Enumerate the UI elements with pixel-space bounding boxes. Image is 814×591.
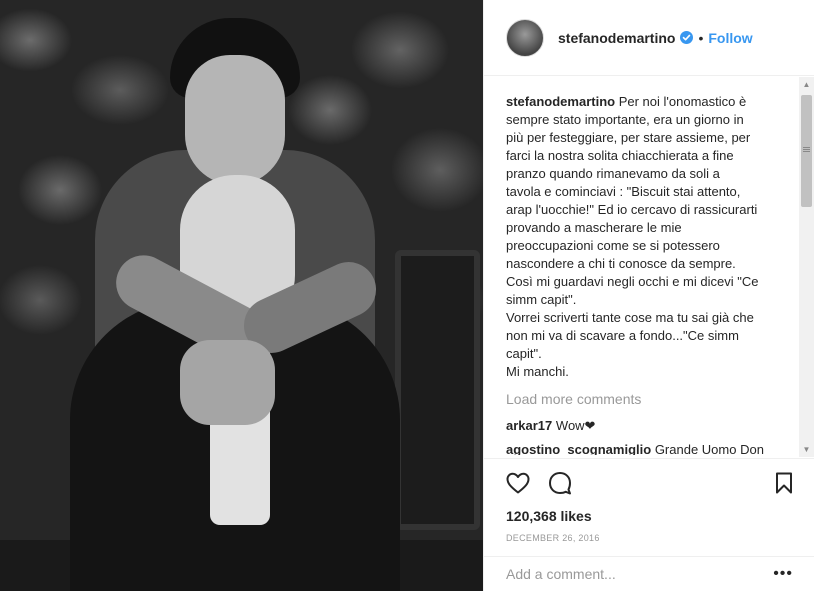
bookmark-icon[interactable] [775, 472, 793, 494]
caption-line: simm capit". [506, 292, 577, 307]
comment-text: Wow❤ [555, 418, 596, 433]
caption-line: tavola e cominciavi : "Biscuit stai atte… [506, 184, 741, 199]
photo-young-man-face [185, 55, 285, 185]
action-icons-row [506, 471, 793, 495]
caption-line: preoccupazioni come se si potessero [506, 238, 720, 253]
caption-line: arap l'uocchie!" Ed io cercavo di rassic… [506, 202, 758, 217]
photo-clasped-hands [180, 340, 275, 425]
comment-item: arkar17 Wow❤ [506, 417, 789, 435]
caption-line: stefanodemartino Per noi l'onomastico è [506, 94, 747, 109]
caption-line: non mi va di scavare a fondo..."Ce simm [506, 328, 739, 343]
likes-count[interactable]: 120,368 likes [506, 508, 793, 524]
scrollbar-grip-icon [803, 147, 810, 148]
header-separator: • [698, 29, 704, 46]
caption-line: nascondere a chi ti conosce da sempre. [506, 256, 736, 271]
comment-item: agostino_scognamiglio Grande Uomo Don [506, 441, 789, 455]
caption-line: Così mi guardavi negli occhi e mi dicevi… [506, 274, 759, 289]
post-date[interactable]: DECEMBER 26, 2016 [506, 533, 793, 543]
comments-scrollbar[interactable]: ▲ ▼ [799, 77, 814, 457]
caption-line: Vorrei scriverti tante cose ma tu sai gi… [506, 310, 754, 325]
caption-line: sempre stato importante, era un giorno i… [506, 112, 744, 127]
photo-chair [395, 250, 480, 530]
add-comment-bar: ••• [484, 556, 814, 591]
comment-username[interactable]: agostino_scognamiglio [506, 442, 651, 455]
comment-text: Grande Uomo Don [654, 442, 764, 455]
scrollbar-thumb[interactable] [801, 95, 812, 207]
post-side-panel: stefanodemartino • Follow stefanodemarti… [483, 0, 814, 591]
caption-line: più per festeggiare, per stare assieme, … [506, 130, 751, 145]
load-more-comments-link[interactable]: Load more comments [506, 391, 789, 407]
caption-line: capit". [506, 346, 542, 361]
post-photo[interactable] [0, 0, 483, 591]
scroll-up-arrow-icon[interactable]: ▲ [799, 77, 814, 92]
post-caption: stefanodemartino Per noi l'onomastico è … [506, 93, 789, 381]
post-actions: 120,368 likes DECEMBER 26, 2016 [484, 458, 814, 543]
caption-line: farci la nostra solita chiacchierata a f… [506, 148, 734, 163]
caption-username[interactable]: stefanodemartino [506, 94, 615, 109]
scroll-down-arrow-icon[interactable]: ▼ [799, 442, 814, 457]
caption-line: Mi manchi. [506, 364, 569, 379]
instagram-post: stefanodemartino • Follow stefanodemarti… [0, 0, 814, 591]
profile-avatar[interactable] [506, 18, 544, 57]
post-header: stefanodemartino • Follow [484, 0, 814, 76]
follow-button[interactable]: Follow [708, 30, 752, 46]
comment-username[interactable]: arkar17 [506, 418, 552, 433]
caption-line: pranzo quando rimanevamo da soli a [506, 166, 720, 181]
comment-bubble-icon[interactable] [548, 471, 572, 495]
ellipsis-icon[interactable]: ••• [773, 566, 793, 582]
add-comment-input[interactable] [506, 566, 774, 582]
comments-area[interactable]: stefanodemartino Per noi l'onomastico è … [484, 77, 814, 455]
heart-icon[interactable] [506, 472, 530, 494]
caption-line: provando a mascherare le mie [506, 220, 682, 235]
verified-badge-icon [680, 31, 694, 44]
header-username[interactable]: stefanodemartino [558, 30, 675, 46]
